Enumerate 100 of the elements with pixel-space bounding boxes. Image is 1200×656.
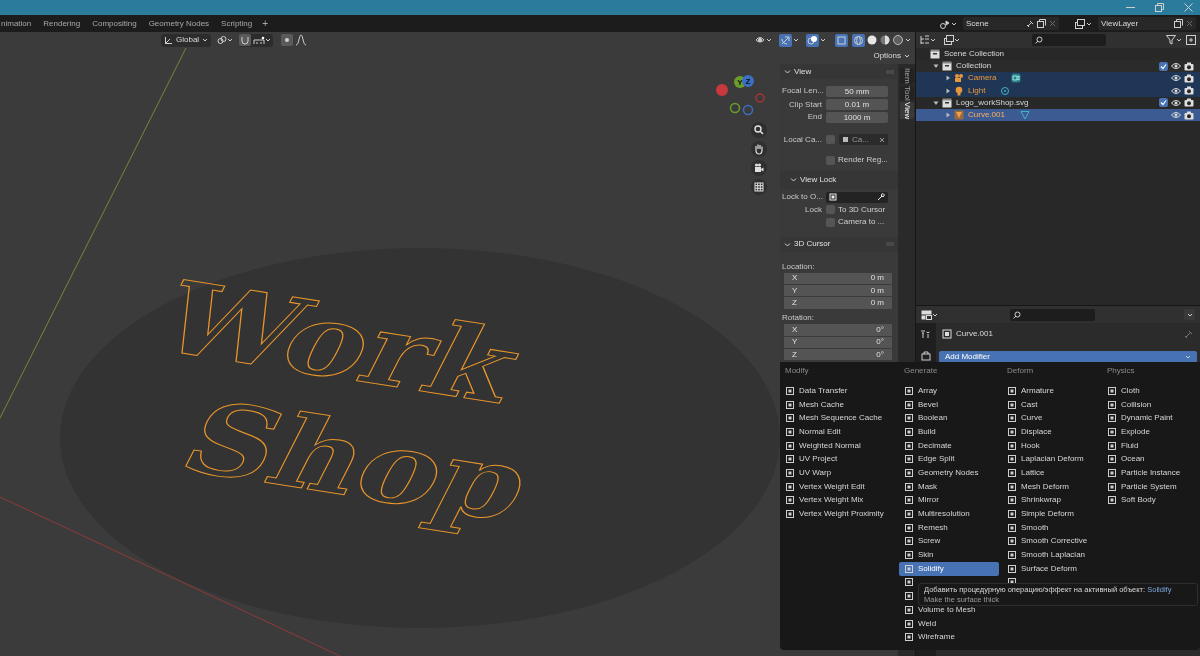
options-dropdown[interactable] [1184, 309, 1195, 320]
add-workspace-button[interactable]: + [259, 16, 272, 31]
menu-item[interactable]: Wireframe [899, 630, 999, 645]
menu-item[interactable]: Particle Instance [1102, 466, 1197, 480]
solid-sphere-icon[interactable] [866, 34, 878, 46]
number-field[interactable]: 0.01 m [826, 99, 888, 111]
menu-item[interactable]: Mirror [899, 493, 999, 508]
restore-icon[interactable] [1155, 3, 1164, 12]
vector-field[interactable]: Z 0° [784, 349, 892, 361]
magnet-icon[interactable] [239, 34, 252, 46]
vector-field[interactable]: X 0° [784, 324, 892, 336]
expand-arrow-icon[interactable] [945, 75, 951, 82]
copy-icon[interactable] [1037, 19, 1046, 28]
sidebar-tab[interactable]: Item [900, 68, 914, 84]
menu-item[interactable]: Smooth Laplacian [1002, 548, 1099, 562]
vector-field[interactable]: Z 0 m [784, 297, 892, 309]
close-icon[interactable] [1049, 20, 1056, 27]
vector-field[interactable]: Y 0 m [784, 284, 892, 297]
expand-arrow-icon[interactable] [933, 63, 939, 70]
menu-item[interactable]: Lattice [1002, 466, 1099, 480]
zoom-icon[interactable] [751, 122, 767, 138]
gizmo-dropdown[interactable] [779, 33, 799, 47]
vector-field[interactable]: Y 0° [784, 336, 892, 349]
navigation-gizmo[interactable]: Y Z [716, 75, 765, 116]
copy-icon[interactable] [1174, 19, 1183, 28]
light-data-icon[interactable] [1000, 85, 1011, 96]
menu-item[interactable]: Vertex Weight Proximity [780, 507, 896, 521]
eye-icon[interactable] [1171, 62, 1181, 71]
menu-item[interactable]: Data Transfer [780, 384, 896, 398]
eye-icon[interactable] [1171, 74, 1181, 83]
menu-item[interactable]: Decimate [899, 438, 999, 453]
menu-item[interactable]: Edge Split [899, 452, 999, 467]
checkbox[interactable] [826, 155, 835, 165]
curve-data-icon[interactable] [1019, 110, 1030, 121]
menu-item[interactable]: Cloth [1102, 384, 1197, 398]
workspace-tab[interactable]: Geometry Nodes [143, 16, 215, 31]
menu-item[interactable]: Mesh Cache [780, 397, 896, 412]
shaded-sphere-icon[interactable] [892, 34, 904, 46]
expand-arrow-icon[interactable] [945, 112, 951, 119]
checkbox[interactable] [1159, 61, 1168, 71]
outliner-item[interactable]: Curve.001 [968, 109, 1005, 122]
overlays-dropdown[interactable] [806, 33, 826, 47]
menu-item[interactable]: Multiresolution [899, 507, 999, 521]
camera-icon[interactable] [1184, 110, 1194, 120]
workspace-tab[interactable]: Scripting [216, 16, 258, 31]
camera-icon[interactable] [1184, 86, 1194, 96]
eye-icon[interactable] [1171, 98, 1181, 107]
menu-item[interactable]: Ocean [1102, 452, 1197, 467]
xray-square-icon[interactable] [835, 33, 848, 47]
eye-icon[interactable] [1171, 86, 1181, 95]
menu-item[interactable]: Geometry Nodes [899, 466, 999, 480]
menu-item[interactable]: UV Warp [780, 466, 896, 480]
menu-item[interactable]: Laplacian Deform [1002, 452, 1099, 467]
subpanel-header[interactable]: View Lock [780, 170, 898, 189]
menu-item[interactable]: Explode [1102, 425, 1197, 439]
outliner-item[interactable]: Logo_workShop.svg [956, 96, 1029, 109]
menu-item[interactable]: Smooth [1002, 520, 1099, 535]
menu-item[interactable]: Normal Edit [780, 425, 896, 439]
menu-item[interactable]: Mesh Sequence Cache [780, 411, 896, 426]
menu-item[interactable]: Vertex Weight Mix [780, 493, 896, 508]
menu-item[interactable]: Cast [1002, 397, 1099, 412]
editor-type-dropdown[interactable] [921, 309, 938, 320]
checkbox-label[interactable]: To 3D Cursor [838, 203, 886, 216]
hand-icon[interactable] [751, 141, 767, 157]
wrench-icon[interactable] [921, 329, 931, 339]
menu-item[interactable]: Hook [1002, 438, 1099, 453]
camera-data-icon[interactable] [1011, 73, 1022, 84]
object-tab-icon[interactable] [921, 351, 931, 361]
camera-icon[interactable] [751, 160, 767, 176]
menu-item[interactable]: Skin [899, 548, 999, 562]
workspace-tab[interactable]: Compositing [87, 16, 142, 31]
close-icon[interactable] [1186, 20, 1193, 27]
panel-header[interactable]: View [780, 64, 898, 79]
filter-type-dropdown[interactable] [944, 35, 960, 45]
display-mode-dropdown[interactable] [920, 35, 936, 45]
checkbox[interactable] [1159, 98, 1168, 108]
filter-dropdown[interactable] [1166, 35, 1182, 45]
outliner-item[interactable]: Camera [968, 72, 997, 85]
menu-item[interactable]: Boolean [899, 411, 999, 426]
camera-icon[interactable] [1184, 61, 1194, 71]
workspace-tab[interactable]: Rendering [38, 16, 86, 31]
wireframe-sphere-icon[interactable] [852, 33, 865, 47]
menu-item[interactable]: Shrinkwrap [1002, 493, 1099, 508]
search-field[interactable] [1032, 34, 1106, 46]
menu-item[interactable]: Armature [1002, 384, 1099, 398]
add-modifier-dropdown[interactable]: Add Modifier [939, 351, 1197, 363]
view-layer-selector[interactable] [1073, 17, 1094, 30]
menu-item[interactable]: Weld [899, 616, 999, 631]
menu-item[interactable]: UV Project [780, 452, 896, 467]
options-dropdown[interactable]: Options [873, 50, 910, 62]
expand-arrow-icon[interactable] [933, 99, 939, 106]
close-icon[interactable] [879, 136, 885, 143]
camera-icon[interactable] [1184, 98, 1194, 108]
outliner-item[interactable]: Collection [956, 60, 992, 73]
half-sphere-icon[interactable] [879, 34, 891, 46]
outliner-item[interactable]: Scene Collection [944, 48, 1005, 61]
scene-selector[interactable] [938, 17, 959, 30]
checkbox[interactable] [826, 217, 835, 227]
sidebar-tab[interactable]: View [900, 102, 914, 120]
expand-arrow-icon[interactable] [945, 87, 951, 94]
